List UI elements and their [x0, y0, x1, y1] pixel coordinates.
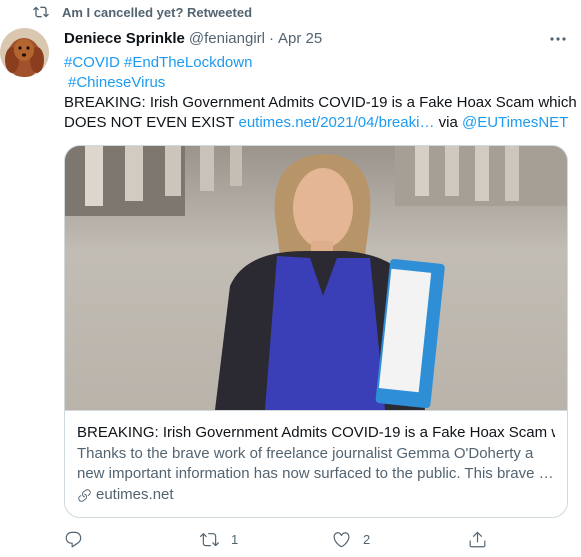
separator-dot: ·	[269, 30, 274, 47]
card-description-line-1: Thanks to the brave work of freelance jo…	[77, 445, 534, 462]
action-bar: 1 2	[64, 530, 504, 552]
retweet-icon	[33, 6, 49, 18]
tweet-header: Deniece Sprinkle @feniangirl · Apr 25	[64, 30, 322, 47]
link-card[interactable]: BREAKING: Irish Government Admits COVID-…	[64, 145, 568, 518]
reply-icon	[65, 531, 82, 548]
heart-icon	[333, 532, 350, 548]
card-description-line-2: new important information has now surfac…	[77, 465, 554, 482]
reply-button[interactable]	[64, 530, 83, 549]
like-count: 2	[363, 532, 371, 547]
card-body[interactable]: BREAKING: Irish Government Admits COVID-…	[65, 410, 567, 517]
tweet-timestamp[interactable]: Apr 25	[278, 30, 322, 47]
article-link[interactable]: eutimes.net/2021/04/breaki…	[239, 114, 435, 131]
card-domain: eutimes.net	[77, 485, 555, 505]
display-name[interactable]: Deniece Sprinkle	[64, 30, 185, 47]
retweet-icon	[200, 533, 219, 547]
via-text: via	[438, 114, 458, 131]
share-button[interactable]	[468, 530, 487, 549]
avatar[interactable]	[0, 28, 49, 77]
more-icon[interactable]	[549, 34, 567, 44]
user-handle[interactable]: @feniangirl	[189, 30, 265, 47]
card-title: BREAKING: Irish Government Admits COVID-…	[77, 424, 555, 441]
card-photo	[65, 146, 567, 410]
avatar-image	[0, 28, 49, 77]
card-domain-text: eutimes.net	[96, 486, 174, 503]
card-description: Thanks to the brave work of freelance jo…	[77, 444, 555, 484]
hashtags-line-2[interactable]: #ChineseVirus	[64, 73, 564, 93]
tweet-text-line-2-prefix: DOES NOT EVEN EXIST	[64, 114, 235, 131]
retweet-context[interactable]: Am I cancelled yet? Retweeted	[33, 4, 253, 20]
tweet-text-line-1: BREAKING: Irish Government Admits COVID-…	[64, 94, 577, 111]
card-image[interactable]	[65, 146, 567, 410]
mention-link[interactable]: @EUTimesNET	[462, 114, 568, 131]
retweet-button[interactable]: 1	[200, 530, 238, 549]
hashtags-line-1[interactable]: #COVID #EndTheLockdown	[64, 53, 564, 73]
tweet-text: #COVID #EndTheLockdown #ChineseVirus BRE…	[64, 53, 577, 133]
tweet-text-line-2: DOES NOT EVEN EXIST eutimes.net/2021/04/…	[64, 113, 568, 133]
retweet-label: Am I cancelled yet? Retweeted	[62, 4, 253, 20]
like-button[interactable]: 2	[332, 530, 370, 549]
retweet-count: 1	[231, 532, 239, 547]
link-icon	[78, 488, 91, 502]
share-icon	[469, 531, 486, 548]
